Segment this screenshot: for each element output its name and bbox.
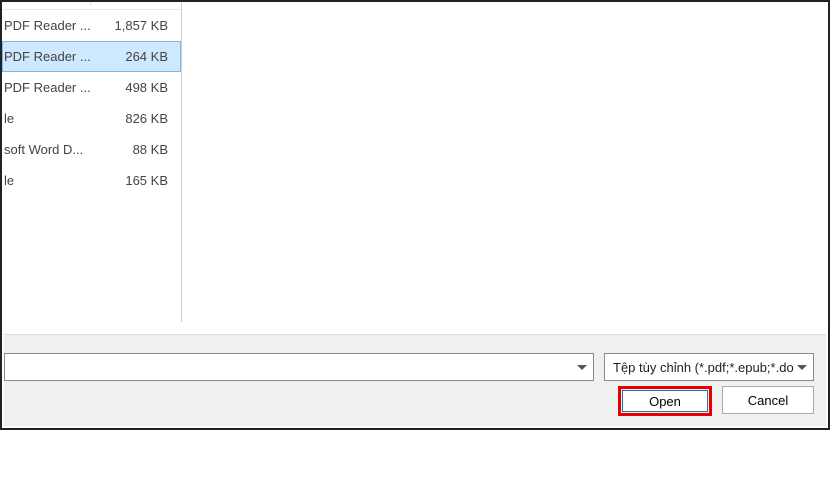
file-type-cell: PDF Reader ... [2, 80, 90, 95]
file-size-cell: 165 KB [90, 173, 176, 188]
bottom-panel: Tệp tùy chỉnh (*.pdf;*.epub;*.do Open Ca… [4, 334, 826, 426]
file-size-cell: 88 KB [90, 142, 176, 157]
file-size-cell: 1,857 KB [90, 18, 176, 33]
file-row[interactable]: PDF Reader ... 1,857 KB [2, 10, 181, 41]
file-row[interactable]: PDF Reader ... 498 KB [2, 72, 181, 103]
file-row[interactable]: soft Word D... 88 KB [2, 134, 181, 165]
file-row[interactable]: PDF Reader ... 264 KB [2, 41, 181, 72]
filename-row: Tệp tùy chỉnh (*.pdf;*.epub;*.do [4, 353, 814, 381]
file-size-cell: 826 KB [90, 111, 176, 126]
file-row[interactable]: le 165 KB [2, 165, 181, 196]
file-type-cell: PDF Reader ... [2, 18, 90, 33]
filename-input[interactable] [4, 353, 594, 381]
dialog-window: Size PDF Reader ... 1,857 KB PDF Reader … [0, 0, 830, 430]
file-type-cell: le [2, 111, 90, 126]
open-button[interactable]: Open [622, 390, 708, 412]
column-size[interactable]: Size [90, 2, 180, 5]
cancel-button[interactable]: Cancel [722, 386, 814, 414]
file-type-cell: le [2, 173, 90, 188]
file-type-cell: soft Word D... [2, 142, 90, 157]
file-size-cell: 264 KB [90, 49, 176, 64]
file-type-cell: PDF Reader ... [2, 49, 90, 64]
file-list: Size PDF Reader ... 1,857 KB PDF Reader … [2, 2, 182, 322]
filetype-label: Tệp tùy chỉnh (*.pdf;*.epub;*.do [613, 360, 794, 375]
file-size-cell: 498 KB [90, 80, 176, 95]
file-row[interactable]: le 826 KB [2, 103, 181, 134]
column-headers: Size [2, 2, 181, 10]
filetype-select[interactable]: Tệp tùy chỉnh (*.pdf;*.epub;*.do [604, 353, 814, 381]
button-row: Open Cancel [618, 386, 814, 416]
open-button-highlight: Open [618, 386, 712, 416]
